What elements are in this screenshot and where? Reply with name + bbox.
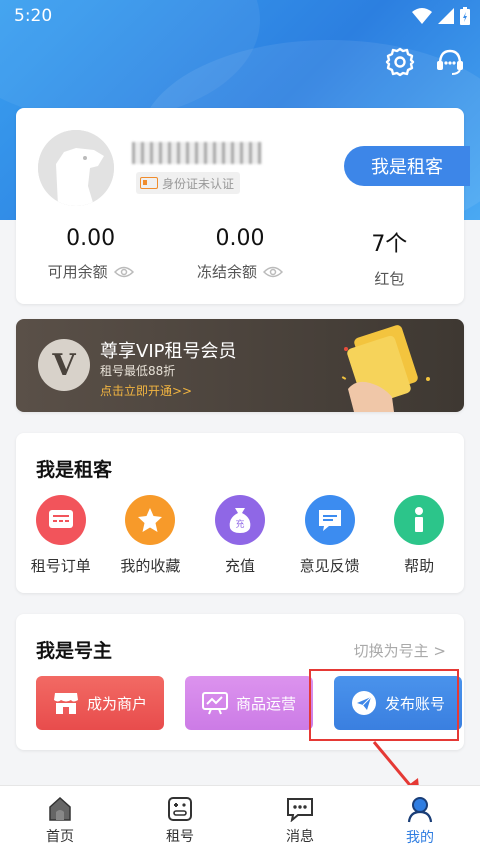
role-switch-button[interactable]: 我是租客 <box>344 146 470 186</box>
status-icons <box>412 7 470 25</box>
vip-title: 尊享VIP租号会员 <box>100 341 237 362</box>
store-icon <box>53 693 78 714</box>
customer-service-icon[interactable] <box>434 46 466 78</box>
tab-mine[interactable]: 我的 <box>360 786 480 855</box>
tab-label: 消息 <box>286 828 314 845</box>
message-icon <box>287 797 313 822</box>
vip-logo: V <box>38 339 90 391</box>
section-title: 我是租客 <box>36 459 113 481</box>
eye-icon[interactable] <box>113 266 134 278</box>
renter-menu: 租号订单 我的收藏 充 充值 意见反馈 帮助 <box>16 495 464 576</box>
menu-item-feedback[interactable]: 意见反馈 <box>285 495 375 576</box>
wallet-stats: 0.00 可用余额 0.00 冻结余额 7个 红包 <box>16 226 464 289</box>
menu-item-label: 我的收藏 <box>120 557 181 575</box>
become-merchant-button[interactable]: 成为商户 <box>36 676 164 730</box>
tab-messages[interactable]: 消息 <box>240 786 360 855</box>
switch-to-owner-link[interactable]: 切换为号主 > <box>354 640 446 661</box>
menu-item-rent-orders[interactable]: 租号订单 <box>16 495 106 576</box>
stat-frozen-balance[interactable]: 0.00 冻结余额 <box>165 226 314 289</box>
menu-item-label: 帮助 <box>404 557 435 575</box>
menu-item-favorites[interactable]: 我的收藏 <box>106 495 196 576</box>
tab-label: 租号 <box>166 828 194 845</box>
signal-icon <box>438 8 454 24</box>
order-icon <box>35 495 86 545</box>
stat-label: 冻结余额 <box>196 263 257 281</box>
stat-red-packets[interactable]: 7个 红包 <box>315 226 464 289</box>
vip-banner[interactable]: V 尊享VIP租号会员 租号最低88折 点击立即开通>> <box>16 319 464 412</box>
stat-value: 0.00 <box>66 226 116 251</box>
vip-subtitle: 租号最低88折 <box>100 364 176 378</box>
vip-card-illustration <box>341 325 430 412</box>
id-card-icon <box>140 177 158 189</box>
product-operations-button[interactable]: 商品运营 <box>185 676 313 730</box>
stat-value: 7个 <box>371 232 408 257</box>
info-icon <box>394 495 445 545</box>
button-label: 成为商户 <box>86 694 147 713</box>
feedback-icon <box>304 495 355 545</box>
button-label: 商品运营 <box>235 694 296 713</box>
wifi-icon <box>412 8 432 24</box>
tab-home[interactable]: 首页 <box>0 786 120 855</box>
home-icon <box>49 796 71 821</box>
default-avatar-icon <box>38 130 114 206</box>
tab-label: 我的 <box>406 829 434 846</box>
bottom-tab-bar: 首页 租号 消息 我的 <box>0 785 480 855</box>
star-icon <box>125 495 176 545</box>
eye-icon[interactable] <box>263 266 283 278</box>
status-bar: 5:20 <box>0 0 480 34</box>
highlight-box <box>309 669 459 741</box>
id-verification-text: 身份证未认证 <box>162 176 235 191</box>
menu-item-label: 意见反馈 <box>299 557 360 575</box>
menu-item-label: 租号订单 <box>30 557 91 575</box>
svg-text:充: 充 <box>235 518 244 530</box>
renter-section: 我是租客 租号订单 我的收藏 充 充值 意见反馈 帮助 <box>16 433 464 593</box>
header-actions <box>384 46 466 78</box>
avatar[interactable] <box>38 130 114 206</box>
gamepad-icon <box>168 796 192 821</box>
stat-label: 可用余额 <box>47 263 108 281</box>
stat-available-balance[interactable]: 0.00 可用余额 <box>16 226 165 289</box>
tab-label: 首页 <box>46 828 74 845</box>
vip-cta-link[interactable]: 点击立即开通>> <box>100 382 192 399</box>
profile-icon <box>407 796 433 822</box>
battery-icon <box>460 7 470 25</box>
menu-item-help[interactable]: 帮助 <box>374 495 464 576</box>
profile-card: 身份证未认证 我是租客 0.00 可用余额 0.00 冻结余额 7个 红包 <box>16 108 470 304</box>
section-title: 我是号主 <box>36 640 113 662</box>
menu-item-recharge[interactable]: 充 充值 <box>195 495 285 576</box>
status-time: 5:20 <box>14 6 53 26</box>
username-redacted <box>132 142 262 164</box>
stat-label: 红包 <box>374 270 405 288</box>
stat-value: 0.00 <box>215 226 265 251</box>
id-verification-badge[interactable]: 身份证未认证 <box>136 172 241 194</box>
tab-rent[interactable]: 租号 <box>120 786 240 855</box>
settings-gear-icon[interactable] <box>384 46 416 78</box>
menu-item-label: 充值 <box>224 557 255 575</box>
recharge-icon: 充 <box>214 495 265 545</box>
chart-board-icon <box>201 692 228 715</box>
